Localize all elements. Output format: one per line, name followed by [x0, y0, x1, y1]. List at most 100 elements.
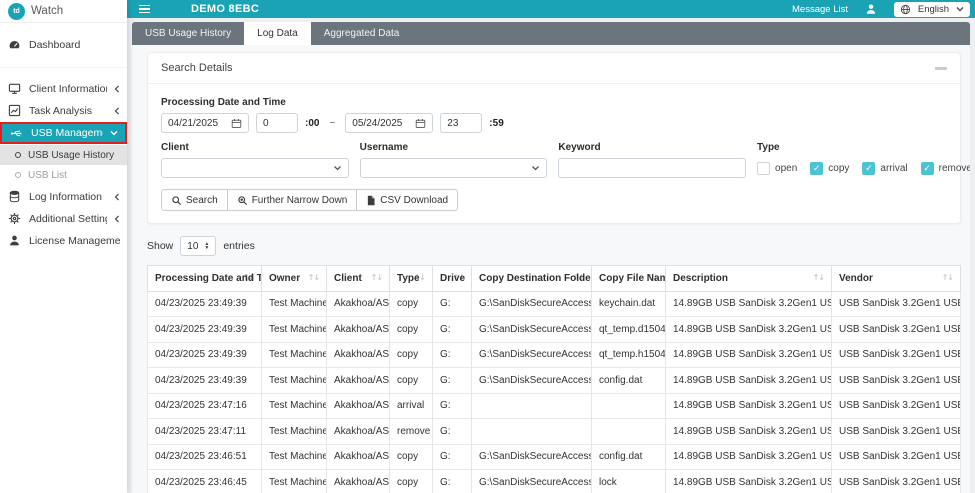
- action-button-group: Search Further Narrow Down CSV Download: [161, 189, 947, 211]
- sidebar-item-label: USB Usage History: [28, 150, 119, 161]
- sort-icon[interactable]: ↑↓: [371, 273, 382, 282]
- sidebar-item-log-information[interactable]: Log Information: [0, 186, 127, 207]
- column-header[interactable]: ↑↓Processing Date and Time: [148, 266, 262, 292]
- search-button[interactable]: Search: [161, 189, 228, 211]
- account-icon[interactable]: [865, 3, 877, 15]
- sidebar-item-license-management[interactable]: License Management: [0, 230, 127, 251]
- column-label: Vendor: [839, 273, 873, 284]
- sort-icon[interactable]: ↑↓: [942, 273, 953, 282]
- copy-checkbox[interactable]: ✓: [810, 162, 823, 175]
- to-date-input[interactable]: [345, 113, 433, 133]
- table-cell: Test Machine: [262, 419, 327, 445]
- table-cell: 04/23/2025 23:46:45: [148, 470, 262, 493]
- open-checkbox-label: open: [775, 163, 797, 174]
- to-hour-value[interactable]: [447, 118, 475, 129]
- sidebar-item-task-analysis[interactable]: Task Analysis: [0, 100, 127, 121]
- table-body: 04/23/2025 23:49:39Test MachineAkakhoa/A…: [148, 291, 961, 493]
- keyword-input[interactable]: [558, 158, 746, 178]
- table-cell: 14.89GB USB SanDisk 3.2Gen1 USB Device: [666, 444, 832, 470]
- table-row: 04/23/2025 23:47:16Test MachineAkakhoa/A…: [148, 393, 961, 419]
- username-label: Username: [360, 142, 548, 153]
- from-date-value[interactable]: [168, 118, 227, 129]
- collapse-button[interactable]: [935, 67, 947, 70]
- type-filter: Type open ✓ copy ✓ arrival ✓ remove: [757, 135, 947, 178]
- language-selector[interactable]: English: [894, 2, 970, 17]
- keyword-label: Keyword: [558, 142, 746, 153]
- sort-icon[interactable]: ↑↓: [813, 273, 824, 282]
- column-header[interactable]: ↑↓Drive: [433, 266, 472, 292]
- column-header[interactable]: ↑↓Description: [666, 266, 832, 292]
- table-cell: G:\SanDiskSecureAccess Settings: [472, 470, 592, 493]
- to-date-value[interactable]: [352, 118, 411, 129]
- csv-download-button[interactable]: CSV Download: [357, 189, 458, 211]
- column-header[interactable]: ↑↓Owner: [262, 266, 327, 292]
- globe-icon: [900, 4, 911, 15]
- username-select[interactable]: [360, 158, 548, 178]
- column-header[interactable]: ↑↓Copy Destination Folder: [472, 266, 592, 292]
- app-logo-icon: td: [8, 3, 25, 20]
- calendar-icon[interactable]: [231, 118, 242, 129]
- show-entries-row: Show 10 ▲▼ entries: [147, 236, 961, 256]
- column-header[interactable]: ↑↓Type: [390, 266, 433, 292]
- table-cell: Test Machine: [262, 368, 327, 394]
- keyword-filter: Keyword: [558, 135, 746, 178]
- to-hour-input[interactable]: [440, 113, 482, 133]
- table-cell: 14.89GB USB SanDisk 3.2Gen1 USB Device: [666, 291, 832, 317]
- sidebar-item-label: USB Management: [31, 127, 103, 139]
- from-hour-input[interactable]: [256, 113, 298, 133]
- sidebar-item-label: Additional Settings: [29, 213, 107, 225]
- sidebar-item-usb-management[interactable]: USB Management: [0, 122, 127, 144]
- sidebar-item-dashboard[interactable]: Dashboard: [0, 34, 127, 55]
- calendar-icon[interactable]: [415, 118, 426, 129]
- range-separator: ~: [329, 118, 335, 129]
- open-checkbox[interactable]: [757, 162, 770, 175]
- chevron-down-icon: [956, 6, 964, 12]
- circle-bullet-icon: [15, 172, 21, 178]
- sidebar-item-additional-settings[interactable]: Additional Settings: [0, 208, 127, 229]
- table-cell: Test Machine: [262, 291, 327, 317]
- sidebar-nav: Dashboard Client Information Task Analys…: [0, 23, 127, 251]
- chevron-down-icon: [531, 165, 540, 171]
- client-select[interactable]: [161, 158, 349, 178]
- tab-aggregated-data[interactable]: Aggregated Data: [311, 22, 413, 45]
- search-button-label: Search: [186, 195, 218, 206]
- page-title: DEMO 8EBC: [191, 3, 259, 15]
- tab-usb-usage-history[interactable]: USB Usage History: [132, 22, 244, 45]
- further-narrow-down-button[interactable]: Further Narrow Down: [228, 189, 358, 211]
- sidebar: td Watch Dashboard Client Information: [0, 0, 127, 493]
- table-cell: 14.89GB USB SanDisk 3.2Gen1 USB Device: [666, 342, 832, 368]
- remove-checkbox[interactable]: ✓: [921, 162, 934, 175]
- menu-toggle-icon[interactable]: [139, 5, 150, 14]
- column-header[interactable]: ↑↓Client: [327, 266, 390, 292]
- table-cell: G:: [433, 470, 472, 493]
- column-header[interactable]: ↑↓Copy File Name: [592, 266, 666, 292]
- table-cell: copy: [390, 368, 433, 394]
- message-list-link[interactable]: Message List: [792, 4, 848, 15]
- client-filter: Client: [161, 135, 349, 178]
- search-icon: [171, 195, 182, 206]
- table-cell: Akakhoa/ASUS: [327, 317, 390, 343]
- table-cell: copy: [390, 444, 433, 470]
- from-date-input[interactable]: [161, 113, 249, 133]
- tab-log-data[interactable]: Log Data: [244, 22, 311, 45]
- column-label: Type: [397, 273, 420, 284]
- sidebar-item-usb-list[interactable]: USB List: [0, 165, 127, 185]
- sort-icon[interactable]: ↑↓: [308, 273, 319, 282]
- page-size-select[interactable]: 10 ▲▼: [180, 236, 216, 256]
- csv-button-label: CSV Download: [380, 195, 448, 206]
- sidebar-item-label: Dashboard: [29, 39, 120, 51]
- keyword-value[interactable]: [565, 163, 739, 174]
- from-hour-value[interactable]: [263, 118, 291, 129]
- table-cell: qt_temp.h15040: [592, 342, 666, 368]
- circle-bullet-icon: [15, 152, 21, 158]
- tab-panel: Search Details Processing Date and Time: [132, 45, 970, 493]
- column-header[interactable]: ↑↓ Vendor: [832, 266, 961, 292]
- table-cell: Test Machine: [262, 444, 327, 470]
- sidebar-item-usb-usage-history[interactable]: USB Usage History: [0, 145, 127, 165]
- tab-bar: USB Usage History Log Data Aggregated Da…: [132, 22, 970, 45]
- table-cell: remove: [390, 419, 433, 445]
- arrival-checkbox[interactable]: ✓: [862, 162, 875, 175]
- sidebar-item-client-information[interactable]: Client Information: [0, 78, 127, 99]
- sidebar-item-label: License Management: [29, 235, 120, 247]
- table-cell: 14.89GB USB SanDisk 3.2Gen1 USB Device: [666, 393, 832, 419]
